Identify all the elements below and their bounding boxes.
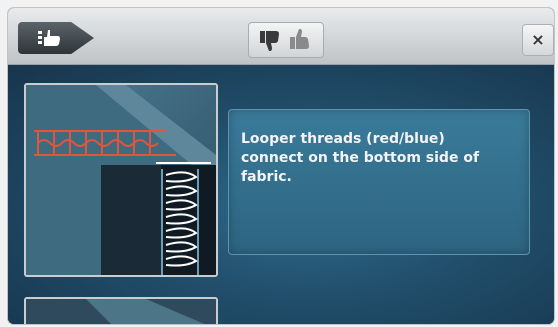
close-button[interactable]: × xyxy=(522,24,554,56)
info-text: Looper threads (red/blue) connect on the… xyxy=(241,131,480,185)
back-tab-button[interactable] xyxy=(18,22,94,54)
help-content-area: Looper threads (red/blue) connect on the… xyxy=(8,65,554,324)
thumbs-down-icon[interactable] xyxy=(257,27,283,53)
screen-frame: × Looper threads (red/blue) connect on t… xyxy=(0,0,558,327)
help-window: × Looper threads (red/blue) connect on t… xyxy=(8,8,554,324)
stitch-illustration-thumbnail[interactable] xyxy=(24,83,218,277)
looper-stitch-illustration xyxy=(26,85,216,275)
fabric-illustration xyxy=(26,299,216,324)
info-panel: Looper threads (red/blue) connect on the… xyxy=(228,109,530,255)
hand-pointing-icon xyxy=(38,30,60,46)
next-illustration-thumbnail[interactable] xyxy=(24,297,218,324)
feedback-rating-group xyxy=(248,22,324,58)
top-toolbar: × xyxy=(8,8,554,65)
thumbs-up-icon[interactable] xyxy=(287,27,313,53)
